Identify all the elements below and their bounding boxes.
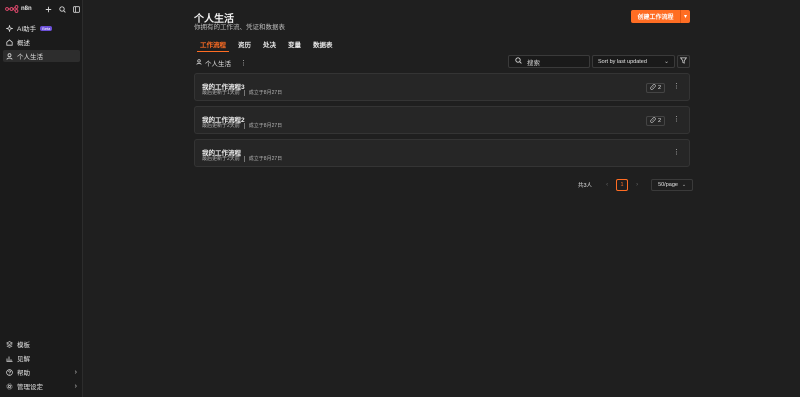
shares-count: 2: [657, 85, 661, 91]
more-options-icon[interactable]: ⋮: [673, 115, 680, 123]
beta-badge: Beta: [40, 25, 53, 31]
sidebar-item-templates[interactable]: 模板: [3, 338, 80, 350]
project-label: 个人生活: [205, 61, 231, 68]
page-number-button[interactable]: 1: [616, 179, 629, 191]
workflow-meta: 最后更新于2天前 成立于8月27日: [202, 122, 282, 129]
pagination: 共3人 ‹ 1 › 50/page ⌄: [578, 179, 694, 191]
workflow-created: 成立于8月27日: [248, 156, 283, 162]
sparkle-icon: [6, 24, 13, 32]
sidebar-item-admin-settings[interactable]: 管理设定 ›: [3, 380, 80, 392]
more-options-icon[interactable]: ⋮: [673, 148, 680, 156]
more-options-icon[interactable]: ⋮: [673, 82, 680, 90]
tab-credentials[interactable]: 资历: [232, 39, 257, 52]
sidebar-item-label: 个人生活: [17, 54, 43, 61]
sort-select[interactable]: Sort by last updated ⌄: [592, 55, 675, 68]
home-icon: [6, 38, 13, 46]
workflow-meta: 最后更新于1天前 成立于8月27日: [202, 89, 282, 96]
chevron-right-icon: ›: [74, 382, 77, 390]
chart-icon: [6, 355, 13, 362]
gear-icon: [6, 383, 13, 390]
project-selector[interactable]: 个人生活 ⋮: [196, 58, 247, 68]
chevron-down-icon: ⌄: [681, 182, 687, 188]
filter-icon: [679, 57, 688, 66]
sidebar-item-insights[interactable]: 见解: [3, 352, 80, 364]
page-subtitle: 你拥有的工作流、凭证和数据表: [194, 24, 285, 31]
meta-divider: [243, 155, 245, 162]
pagination-total: 共3人: [578, 183, 593, 189]
workflow-updated: 最后更新于2天前: [202, 156, 240, 162]
shares-count: 2: [657, 118, 661, 124]
sidebar: n8n AI助手 Beta 概述 个人生活 模板 见解 帮助 › 管理设定 ›: [0, 0, 83, 397]
collapse-sidebar-icon[interactable]: [73, 5, 80, 13]
help-icon: [6, 368, 13, 376]
create-workflow-button[interactable]: 创建工作流程 ▾: [631, 10, 690, 23]
chevron-down-icon[interactable]: ▾: [680, 10, 690, 23]
filter-button[interactable]: [677, 55, 690, 68]
link-icon: [650, 117, 656, 125]
search-placeholder: 搜索: [527, 59, 540, 67]
sidebar-item-overview[interactable]: 概述: [3, 36, 80, 48]
search-input[interactable]: 搜索: [508, 55, 590, 68]
user-icon: [6, 52, 13, 60]
n8n-logo-icon: [5, 5, 19, 13]
workflow-card[interactable]: 我的工作流程 最后更新于2天前 成立于8月27日 ⋮: [194, 139, 690, 167]
workflow-meta: 最后更新于2天前 成立于8月27日: [202, 155, 282, 162]
tab-workflows[interactable]: 工作流程: [194, 39, 232, 52]
chevron-right-icon[interactable]: ›: [631, 182, 643, 188]
sidebar-item-label: 帮助: [17, 370, 30, 377]
search-icon[interactable]: [59, 5, 66, 13]
link-icon: [650, 84, 656, 92]
sidebar-item-label: 模板: [17, 342, 30, 349]
n8n-logo[interactable]: n8n: [5, 5, 32, 13]
sidebar-item-label: 概述: [17, 40, 30, 47]
more-options-icon[interactable]: ⋮: [240, 59, 247, 67]
shares-badge[interactable]: 2: [645, 116, 665, 126]
page-size-select[interactable]: 50/page ⌄: [651, 179, 694, 191]
sidebar-item-label: 见解: [17, 356, 30, 363]
workflow-updated: 最后更新于1天前: [202, 90, 240, 96]
tab-variables[interactable]: 变量: [282, 39, 307, 52]
shares-badge[interactable]: 2: [645, 83, 665, 93]
sidebar-item-label: 管理设定: [17, 384, 43, 391]
workflow-created: 成立于8月27日: [248, 90, 283, 96]
meta-divider: [243, 89, 245, 96]
search-icon: [515, 57, 522, 66]
sidebar-item-ai-assistant[interactable]: AI助手 Beta: [3, 22, 80, 34]
sidebar-item-label: AI助手: [17, 26, 37, 33]
create-workflow-label: 创建工作流程: [637, 15, 674, 21]
workflow-card[interactable]: 我的工作流程2 最后更新于2天前 成立于8月27日 2 ⋮: [194, 106, 690, 134]
sidebar-item-personal[interactable]: 个人生活: [3, 50, 80, 62]
workflow-card[interactable]: 我的工作流程3 最后更新于1天前 成立于8月27日 2 ⋮: [194, 73, 690, 101]
templates-icon: [6, 340, 13, 348]
workflow-updated: 最后更新于2天前: [202, 123, 240, 129]
page-size-value: 50/page: [658, 182, 678, 188]
chevron-left-icon[interactable]: ‹: [601, 182, 613, 188]
workflow-created: 成立于8月27日: [248, 123, 283, 129]
tab-data-tables[interactable]: 数据表: [307, 39, 339, 52]
tab-bar: 工作流程 资历 处决 变量 数据表: [194, 39, 339, 52]
logo-text: n8n: [21, 6, 32, 12]
chevron-right-icon: ›: [74, 368, 77, 376]
sidebar-header: n8n: [5, 4, 80, 14]
sidebar-item-help[interactable]: 帮助 ›: [3, 366, 80, 378]
meta-divider: [243, 122, 245, 129]
tab-executions[interactable]: 处决: [257, 39, 282, 52]
user-icon: [196, 59, 202, 67]
chevron-down-icon: ⌄: [663, 59, 669, 65]
plus-icon[interactable]: [45, 6, 52, 13]
sort-value: Sort by last updated: [598, 58, 647, 65]
